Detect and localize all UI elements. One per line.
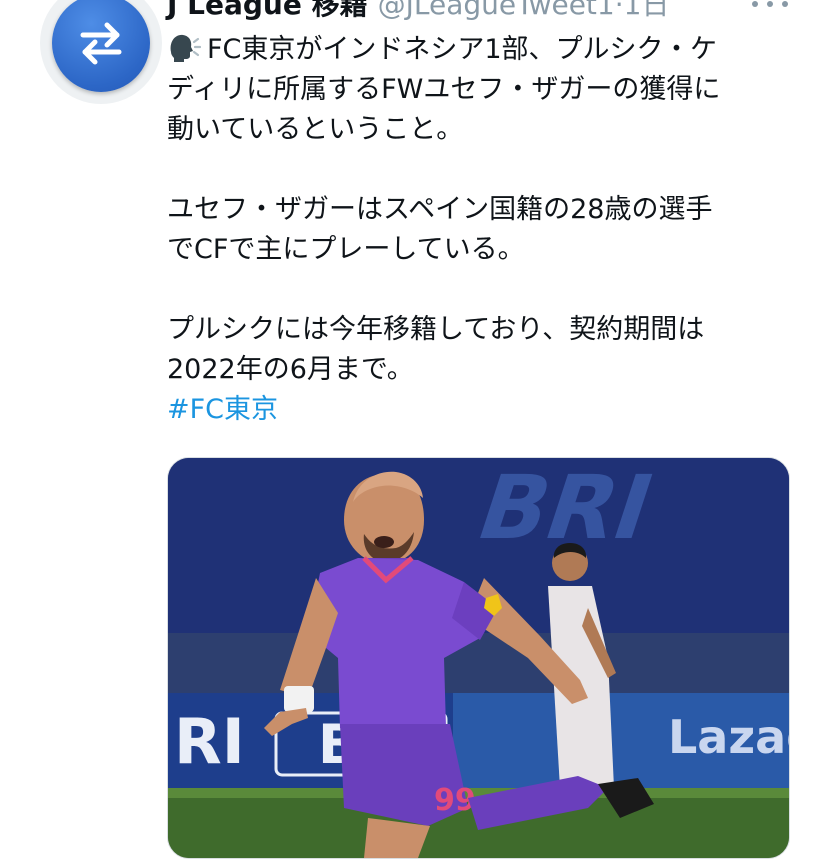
ad-board-right: Lazada [668,710,789,764]
display-name[interactable]: J League 移籍 [167,0,368,22]
timestamp[interactable]: 1日 [624,0,670,22]
tweet-line-6: でCFで主にプレーしている。 [167,234,525,265]
tweet-header: J League 移籍 @JLeagueTweet1 · 1日 [167,0,669,22]
tweet-text: FC東京がインドネシア1部、プルシク・ケ ディリに所属するFWユセフ・ザガーの獲… [167,30,797,430]
text-line: FC東京がインドネシア1部、プルシク・ケ [167,30,797,70]
more-options-icon[interactable] [752,0,788,14]
separator: · [614,0,624,21]
tweet-line-1: FC東京がインドネシア1部、プルシク・ケ [207,34,718,65]
hashtag-link[interactable]: #FC東京 [167,390,797,430]
tweet-line-2: ディリに所属するFWユセフ・ザガーの獲得に [167,74,721,105]
tweet-line-3: 動いているということ。 [167,114,464,145]
tweet-line-9: 2022年の6月まで。 [167,354,414,385]
photo-scene: BRI RI BRI Lazada [168,458,789,858]
avatar[interactable] [40,0,162,104]
tweet-line-5: ユセフ・ザガーはスペイン国籍の28歳の選手 [167,194,713,225]
tweet-photo[interactable]: BRI RI BRI Lazada [167,457,790,859]
retweet-arrows-icon [52,0,150,92]
handle[interactable]: @JLeagueTweet1 [378,0,615,22]
tweet-line-8: プルシクには今年移籍しており、契約期間は [167,314,705,345]
ad-board-left: RI [174,705,245,778]
speaking-head-icon [167,32,202,74]
